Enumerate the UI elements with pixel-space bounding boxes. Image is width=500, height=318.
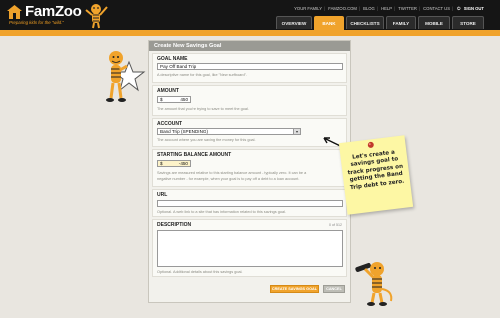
tab-mobile[interactable]: MOBILE <box>418 16 450 29</box>
starting-balance-value: -450 <box>178 161 188 166</box>
description-section: DESCRIPTION 0 of 512 Optional. Additiona… <box>152 219 347 277</box>
chevron-down-icon: ▾ <box>293 129 300 134</box>
sticky-note: Let's create a savings goal to track pro… <box>338 135 414 215</box>
savings-goal-form: Create New Savings Goal GOAL NAME Pay Of… <box>148 40 351 303</box>
link-famzoo-com[interactable]: FAMZOO.COM <box>327 6 358 11</box>
starting-balance-help-1: Savings are measured relative to this st… <box>157 171 307 175</box>
create-savings-goal-button[interactable]: CREATE SAVINGS GOAL <box>270 285 319 293</box>
link-help[interactable]: HELP <box>380 6 393 11</box>
power-icon: ⏻ <box>457 6 461 11</box>
goal-name-section: GOAL NAME Pay Off Band Trip A descriptiv… <box>152 53 347 83</box>
amount-value: 450 <box>180 97 188 102</box>
amount-input[interactable]: $ 450 <box>157 96 191 103</box>
link-contact-us[interactable]: CONTACT US <box>422 6 451 11</box>
description-textarea[interactable] <box>157 230 343 267</box>
url-help: Optional. A web link to a site that has … <box>157 210 286 214</box>
link-your-family[interactable]: YOUR FAMILY <box>293 6 323 11</box>
goal-name-label: GOAL NAME <box>157 56 188 62</box>
sticky-note-text: Let's create a savings goal to track pro… <box>347 149 405 191</box>
cancel-button[interactable]: CANCEL <box>323 285 345 293</box>
amount-currency-prefix: $ <box>160 97 163 102</box>
account-help: The account where you are saving the mon… <box>157 138 256 142</box>
tab-family[interactable]: FAMILY <box>386 16 416 29</box>
sign-out-link[interactable]: ⏻ SIGN OUT <box>455 6 486 11</box>
house-logo-icon <box>7 5 22 19</box>
tiger-telescope-mascot-icon <box>355 262 393 306</box>
logo-text: FamZoo <box>25 3 82 20</box>
amount-label: AMOUNT <box>157 88 179 94</box>
tiger-star-mascot-icon <box>106 51 146 102</box>
starting-balance-help-2: negative number - for example, when your… <box>157 177 300 181</box>
tab-bank[interactable]: BANK <box>314 16 344 30</box>
account-label: ACCOUNT <box>157 121 182 127</box>
starting-balance-label: STARTING BALANCE AMOUNT <box>157 152 232 158</box>
description-help: Optional. Additional details about this … <box>157 270 243 274</box>
tab-store[interactable]: STORE <box>452 16 484 29</box>
amount-section: AMOUNT $ 450 The amount that you're tryi… <box>152 85 347 116</box>
goal-name-input[interactable]: Pay Off Band Trip <box>157 63 343 70</box>
tiger-mascot-icon <box>85 4 108 29</box>
accent-bar <box>0 30 500 36</box>
tab-overview[interactable]: OVERVIEW <box>276 16 312 29</box>
starting-balance-currency-prefix: $ <box>160 161 163 166</box>
url-input[interactable] <box>157 200 343 207</box>
tab-checklists[interactable]: CHECKLISTS <box>346 16 384 29</box>
top-links: YOUR FAMILY | FAMZOO.COM | BLOG | HELP | TWI… <box>293 6 486 11</box>
description-label: DESCRIPTION <box>157 222 192 228</box>
link-blog[interactable]: BLOG <box>362 6 376 11</box>
link-twitter[interactable]: TWITTER <box>397 6 418 11</box>
description-char-counter: 0 of 512 <box>329 223 342 227</box>
url-section: URL Optional. A web link to a site that … <box>152 189 347 217</box>
sign-out-label: SIGN OUT <box>463 6 484 11</box>
amount-help: The amount that you're trying to save to… <box>157 107 249 111</box>
account-select-value: Band Trip (SPENDING) <box>160 129 208 134</box>
top-bar: FamZoo Preparing kids for the "wild." YO… <box>0 0 500 30</box>
account-select[interactable]: Band Trip (SPENDING) ▾ <box>157 128 301 135</box>
logo-tagline: Preparing kids for the "wild." <box>9 20 64 25</box>
pushpin-icon <box>367 141 374 148</box>
url-label: URL <box>157 192 168 198</box>
starting-balance-input[interactable]: $ -450 <box>157 160 191 167</box>
goal-name-help: A descriptive name for this goal, like "… <box>157 73 248 77</box>
form-title: Create New Savings Goal <box>149 41 350 51</box>
